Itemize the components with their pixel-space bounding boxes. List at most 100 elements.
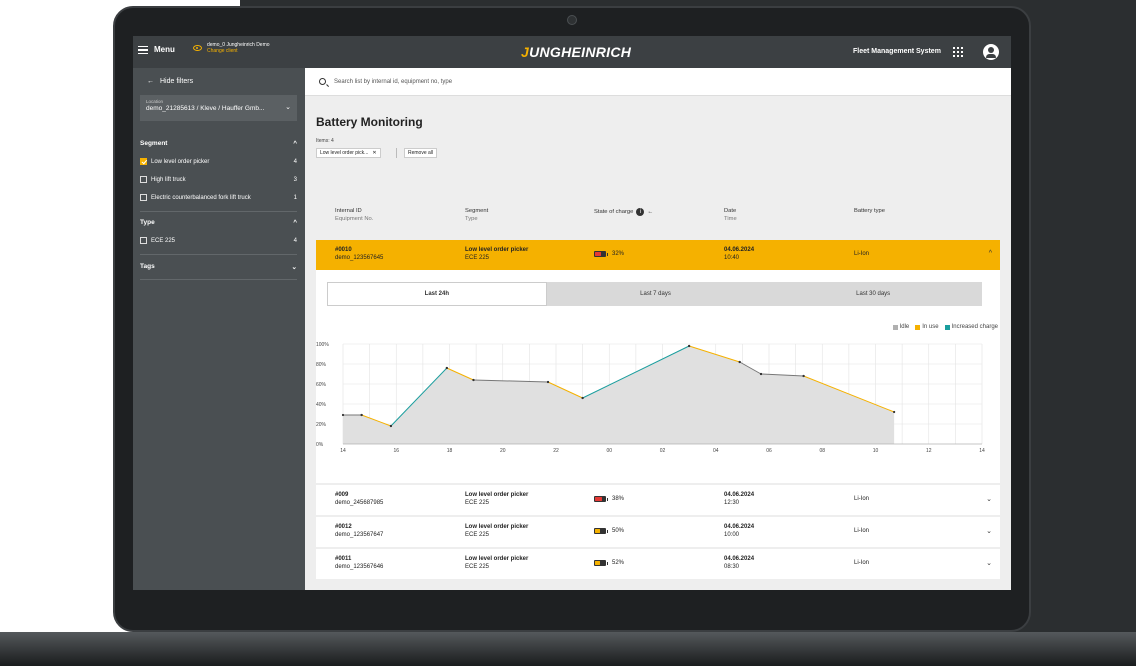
filter-chip-label: Low level order pick... bbox=[320, 150, 369, 156]
header-battery-type[interactable]: Battery type bbox=[854, 208, 885, 214]
header-segment[interactable]: Segment Type bbox=[465, 208, 488, 222]
type-option-ece225[interactable]: ECE 225 4 bbox=[140, 237, 297, 244]
y-tick-label: 0% bbox=[316, 442, 324, 448]
row-battery-type: Li-Ion bbox=[854, 496, 870, 502]
search-input[interactable]: Search list by internal id, equipment no… bbox=[334, 79, 452, 85]
location-select[interactable]: Location demo_21285613 / Kleve / Hauffer… bbox=[140, 95, 297, 121]
row-battery-type: Li-Ion bbox=[854, 560, 870, 566]
info-icon[interactable]: i bbox=[636, 208, 645, 216]
sort-icon[interactable]: ← bbox=[647, 209, 653, 215]
search-bar[interactable]: Search list by internal id, equipment no… bbox=[305, 68, 1011, 96]
hide-filters-button[interactable]: ← Hide filters bbox=[147, 78, 193, 85]
checkbox-icon[interactable] bbox=[140, 237, 147, 244]
row-id: #009 demo_245687985 bbox=[335, 492, 384, 506]
camera bbox=[567, 15, 577, 25]
system-name: Fleet Management System bbox=[853, 48, 941, 55]
chevron-down-icon[interactable]: ⌄ bbox=[986, 527, 992, 535]
menu-label: Menu bbox=[154, 45, 175, 54]
segment-count: 1 bbox=[293, 194, 297, 201]
data-point bbox=[893, 410, 896, 414]
chevron-down-icon[interactable]: ⌄ bbox=[986, 495, 992, 503]
header-state-of-charge[interactable]: State of charge i ← bbox=[594, 208, 653, 216]
data-point bbox=[688, 344, 691, 348]
segment-count: 3 bbox=[293, 176, 297, 183]
battery-icon bbox=[594, 560, 608, 566]
tab-last-7-days[interactable]: Last 7 days bbox=[547, 282, 765, 306]
close-icon[interactable]: ✕ bbox=[372, 150, 376, 156]
tags-title: Tags bbox=[140, 263, 155, 270]
data-point bbox=[759, 372, 763, 376]
y-tick-label: 20% bbox=[316, 422, 327, 428]
menu-button[interactable]: Menu bbox=[138, 45, 175, 54]
page-title: Battery Monitoring bbox=[316, 115, 423, 129]
type-section-header[interactable]: Type ^ bbox=[140, 219, 297, 226]
segment-title: Segment bbox=[140, 140, 168, 147]
chart-area bbox=[343, 346, 895, 444]
chevron-up-icon: ^ bbox=[293, 219, 297, 226]
chevron-down-icon: ⌄ bbox=[291, 264, 297, 271]
battery-icon bbox=[594, 496, 608, 502]
chevron-down-icon[interactable]: ⌄ bbox=[986, 559, 992, 567]
x-tick-label: 20 bbox=[500, 448, 506, 454]
table-row[interactable]: #0012 demo_123567647 Low level order pick… bbox=[316, 517, 1000, 547]
segment-option-label: Low level order picker bbox=[151, 158, 210, 165]
logo-mark: J bbox=[521, 44, 530, 60]
chevron-down-icon: ⌄ bbox=[285, 104, 291, 111]
client-switcher[interactable]: demo_0 Jungheinrich Demo Change client bbox=[193, 42, 270, 54]
row-date: 04.06.2024 12:30 bbox=[724, 492, 755, 506]
header-sublabel: Equipment No. bbox=[335, 216, 374, 222]
data-point bbox=[445, 366, 448, 370]
checkbox-checked-icon[interactable] bbox=[140, 158, 147, 165]
battery-icon bbox=[594, 251, 608, 257]
header-internal-id[interactable]: Internal ID Equipment No. bbox=[335, 208, 373, 222]
header-label: Battery type bbox=[854, 208, 885, 214]
x-tick-label: 22 bbox=[553, 448, 559, 454]
change-client-link[interactable]: Change client bbox=[207, 48, 270, 54]
row-segment: Low level order picker ECE 225 bbox=[465, 247, 529, 261]
data-point bbox=[546, 380, 550, 384]
search-icon bbox=[319, 78, 326, 85]
data-point bbox=[472, 378, 475, 382]
header-label: State of charge bbox=[594, 209, 634, 215]
tab-last-30-days[interactable]: Last 30 days bbox=[764, 282, 982, 306]
location-label: Location bbox=[146, 99, 164, 104]
x-tick-label: 14 bbox=[340, 448, 346, 454]
header-date[interactable]: Date Time bbox=[724, 208, 737, 222]
x-tick-label: 08 bbox=[819, 448, 825, 454]
topbar: Menu demo_0 Jungheinrich Demo Change cli… bbox=[133, 36, 1011, 68]
segment-option-low-level[interactable]: Low level order picker 4 bbox=[140, 158, 297, 165]
tab-last-24h[interactable]: Last 24h bbox=[327, 282, 547, 306]
time-range-tabs: Last 24h Last 7 days Last 30 days bbox=[327, 282, 982, 306]
remove-all-button[interactable]: Remove all bbox=[404, 148, 438, 158]
header-sublabel: Time bbox=[724, 216, 737, 222]
row-detail-panel: Last 24h Last 7 days Last 30 days Idle I… bbox=[316, 270, 1000, 483]
data-point bbox=[341, 413, 345, 417]
table-row[interactable]: #0010 demo_123567645 Low level order pick… bbox=[316, 240, 1000, 270]
table-row[interactable]: #009 demo_245687985 Low level order picke… bbox=[316, 485, 1000, 515]
header-label: Date bbox=[724, 208, 737, 214]
brand-logo: JUNGHEINRICH bbox=[521, 44, 631, 60]
checkbox-icon[interactable] bbox=[140, 194, 147, 201]
location-value: demo_21285613 / Kleve / Hauffer Gmb... bbox=[146, 105, 265, 112]
table-row[interactable]: #0011 demo_123567646 Low level order pick… bbox=[316, 549, 1000, 579]
state-of-charge-chart: 0% 20% 40% 60% 80% 100% 14 16 18 20 22 00 02 04 06 08 10… bbox=[316, 342, 985, 454]
segment-option-counterbalanced[interactable]: Electric counterbalanced fork lift truck… bbox=[140, 194, 297, 201]
filter-chip[interactable]: Low level order pick... ✕ bbox=[316, 148, 381, 158]
tags-section-header[interactable]: Tags ⌄ bbox=[140, 263, 297, 271]
chevron-up-icon: ^ bbox=[293, 140, 297, 147]
checkbox-icon[interactable] bbox=[140, 176, 147, 183]
segment-option-label: Electric counterbalanced fork lift truck bbox=[151, 194, 251, 201]
row-id: #0011 demo_123567646 bbox=[335, 556, 384, 570]
laptop-base bbox=[0, 632, 1136, 666]
segment-section-header[interactable]: Segment ^ bbox=[140, 140, 297, 147]
items-count: Items: 4 bbox=[316, 138, 334, 144]
hide-filters-label: Hide filters bbox=[160, 78, 194, 85]
data-point bbox=[581, 396, 584, 400]
segment-option-high-lift[interactable]: High lift truck 3 bbox=[140, 176, 297, 183]
row-id: #0010 demo_123567645 bbox=[335, 247, 384, 261]
divider bbox=[396, 148, 397, 158]
apps-grid-icon[interactable] bbox=[953, 47, 963, 57]
user-avatar-icon[interactable] bbox=[983, 44, 999, 60]
type-count: 4 bbox=[293, 237, 297, 244]
chevron-up-icon[interactable]: ^ bbox=[989, 250, 992, 257]
